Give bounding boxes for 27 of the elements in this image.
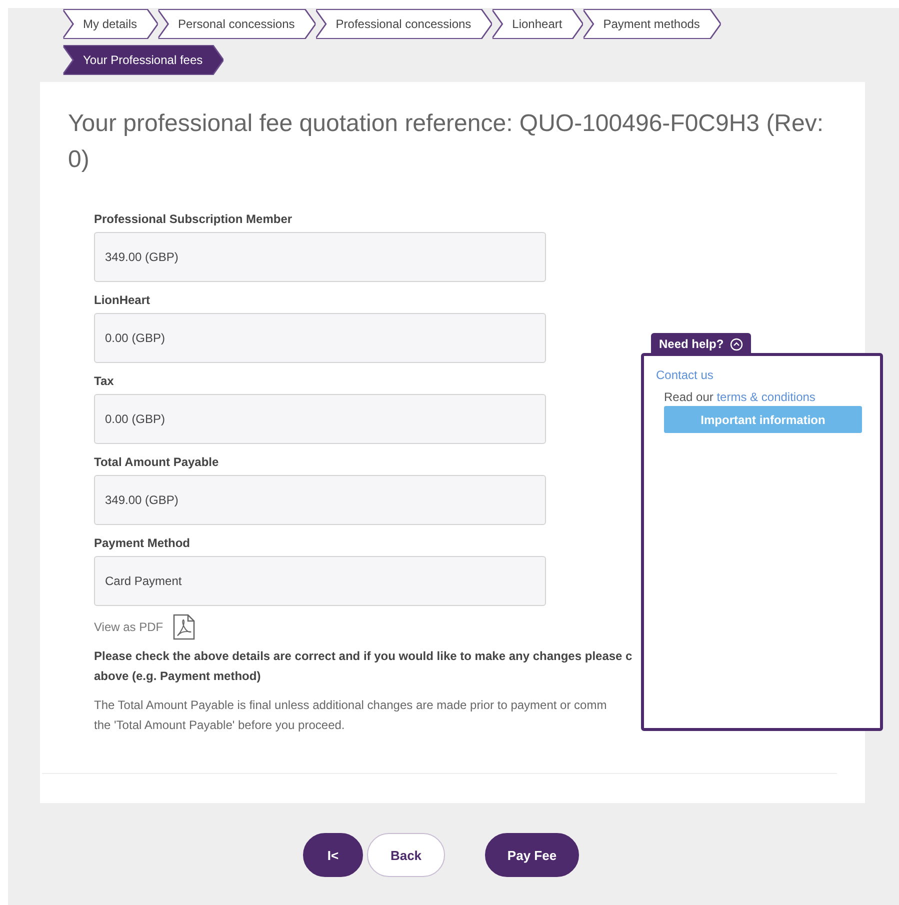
page-title: Your professional fee quotation reference: QUO-100496-F0C9H3 (Rev: 0): [68, 109, 825, 175]
readonly-field[interactable]: 0.00 (GBP): [94, 313, 546, 363]
readonly-field[interactable]: 349.00 (GBP): [94, 475, 546, 525]
pdf-file-icon[interactable]: [173, 614, 196, 640]
field-label: Tax: [94, 374, 114, 388]
breadcrumb-step[interactable]: Your Professional fees: [64, 46, 223, 74]
field-label: Professional Subscription Member: [94, 212, 292, 226]
need-help-tab[interactable]: Need help?: [651, 333, 751, 355]
breadcrumb-step[interactable]: Lionheart: [493, 10, 582, 38]
breadcrumb-step[interactable]: Professional concessions: [316, 10, 492, 38]
notice-text: Please check the above details are correct and if you would like to make any changes please c above (e.g. Payment method): [94, 648, 632, 685]
readonly-field[interactable]: Card Payment: [94, 556, 546, 606]
breadcrumb-step[interactable]: Payment methods: [584, 10, 720, 38]
breadcrumb-step[interactable]: Personal concessions: [159, 10, 315, 38]
chevron-icon: [730, 338, 743, 350]
back-button[interactable]: Back: [367, 833, 445, 877]
terms-text: Read our terms & conditions: [664, 390, 816, 404]
view-pdf-link[interactable]: View as PDF: [94, 620, 164, 634]
pay-fee-button[interactable]: Pay Fee: [485, 833, 579, 877]
readonly-field[interactable]: 349.00 (GBP): [94, 232, 546, 282]
field-label: LionHeart: [94, 293, 150, 307]
info-text: The Total Amount Payable is final unless additional changes are made prior to payment or comm the 'Total Amount Payable' before you proceed.: [94, 697, 607, 734]
breadcrumb-step[interactable]: My details: [64, 10, 158, 38]
field-label: Total Amount Payable: [94, 455, 219, 469]
readonly-field[interactable]: 0.00 (GBP): [94, 394, 546, 444]
first-page-button[interactable]: I<: [303, 833, 363, 877]
field-label: Payment Method: [94, 536, 190, 550]
